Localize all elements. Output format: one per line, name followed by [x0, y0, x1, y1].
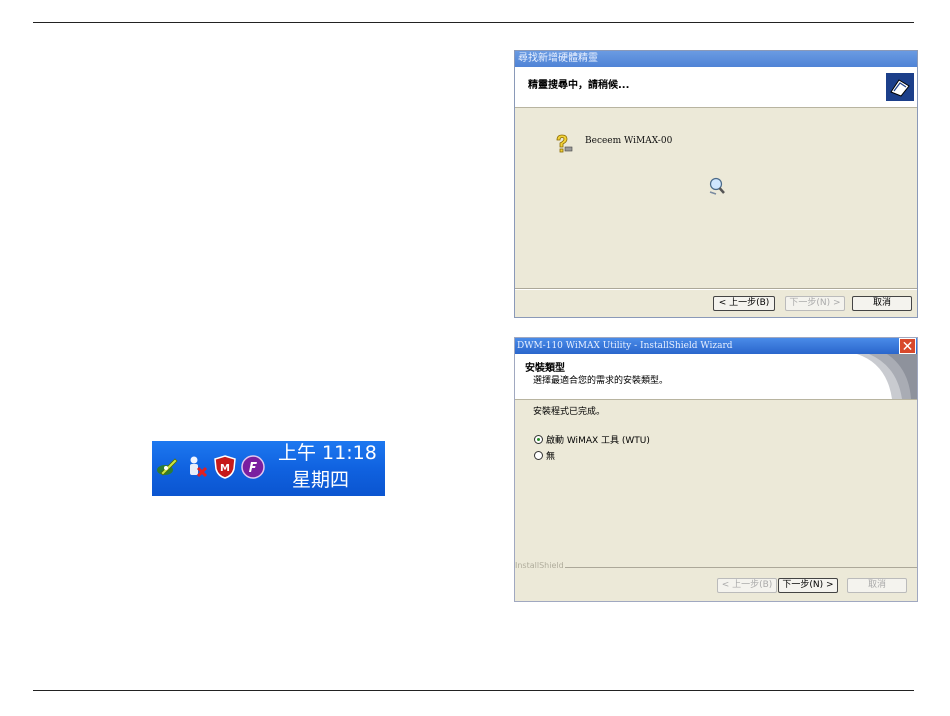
user-disconnect-icon[interactable]: [185, 455, 209, 479]
top-rule: [33, 22, 914, 23]
network-pen-icon[interactable]: [155, 455, 179, 479]
clock-time[interactable]: 上午 11:18: [278, 441, 388, 465]
mcafee-shield-icon[interactable]: M: [213, 455, 237, 479]
system-tray: M 上午 11:18 星期四: [152, 441, 385, 496]
bottom-rule: [33, 690, 914, 691]
cancel-button-2[interactable]: 取消: [847, 578, 907, 593]
searching-magnifier-icon: [707, 176, 727, 200]
installshield-separator: [565, 567, 917, 568]
next-button-2[interactable]: 下一步(N) >: [778, 578, 838, 593]
device-name: Beceem WiMAX-00: [585, 136, 673, 146]
unknown-device-question-icon: [551, 133, 573, 159]
wizard1-titlebar[interactable]: 尋找新增硬體精靈: [515, 51, 917, 67]
wizard2-titlebar[interactable]: DWM-110 WiMAX Utility - InstallShield Wi…: [515, 338, 917, 354]
back-button[interactable]: < 上一步(B): [713, 296, 775, 311]
radio-launch-wtu[interactable]: [534, 435, 543, 444]
radio-none[interactable]: [534, 451, 543, 460]
close-icon[interactable]: ✕: [899, 338, 916, 355]
purple-app-icon[interactable]: [241, 455, 265, 479]
option-launch-wtu[interactable]: 啟動 WiMAX 工具 (WTU): [534, 433, 650, 446]
back-button-2[interactable]: < 上一步(B): [717, 578, 777, 593]
wizard2-header: 安裝類型 選擇最適合您的需求的安裝類型。: [515, 354, 917, 400]
install-status-text: 安裝程式已完成。: [533, 407, 606, 417]
option-launch-wtu-label: 啟動 WiMAX 工具 (WTU): [546, 436, 650, 446]
wizard1-header-title: 精靈搜尋中，請稍候...: [528, 80, 630, 91]
wizard2-header-title: 安裝類型: [525, 363, 565, 374]
installshield-label: InstallShield: [515, 561, 564, 570]
svg-text:M: M: [220, 463, 230, 474]
cancel-button[interactable]: 取消: [852, 296, 912, 311]
clock-weekday: 星期四: [292, 469, 350, 491]
installshield-wizard: DWM-110 WiMAX Utility - InstallShield Wi…: [514, 337, 918, 602]
wizard1-separator: [515, 288, 917, 290]
found-new-hardware-wizard: 尋找新增硬體精靈 精靈搜尋中，請稍候... Beceem WiMAX-00 < …: [514, 50, 918, 318]
wizard2-header-subtitle: 選擇最適合您的需求的安裝類型。: [533, 376, 669, 386]
option-none-label: 無: [546, 452, 556, 462]
option-none[interactable]: 無: [534, 449, 555, 462]
wizard1-header: 精靈搜尋中，請稍候...: [515, 67, 917, 108]
hardware-wizard-icon: [885, 72, 915, 102]
next-button[interactable]: 下一步(N) >: [785, 296, 845, 311]
installshield-swoosh-graphic: [847, 354, 917, 399]
